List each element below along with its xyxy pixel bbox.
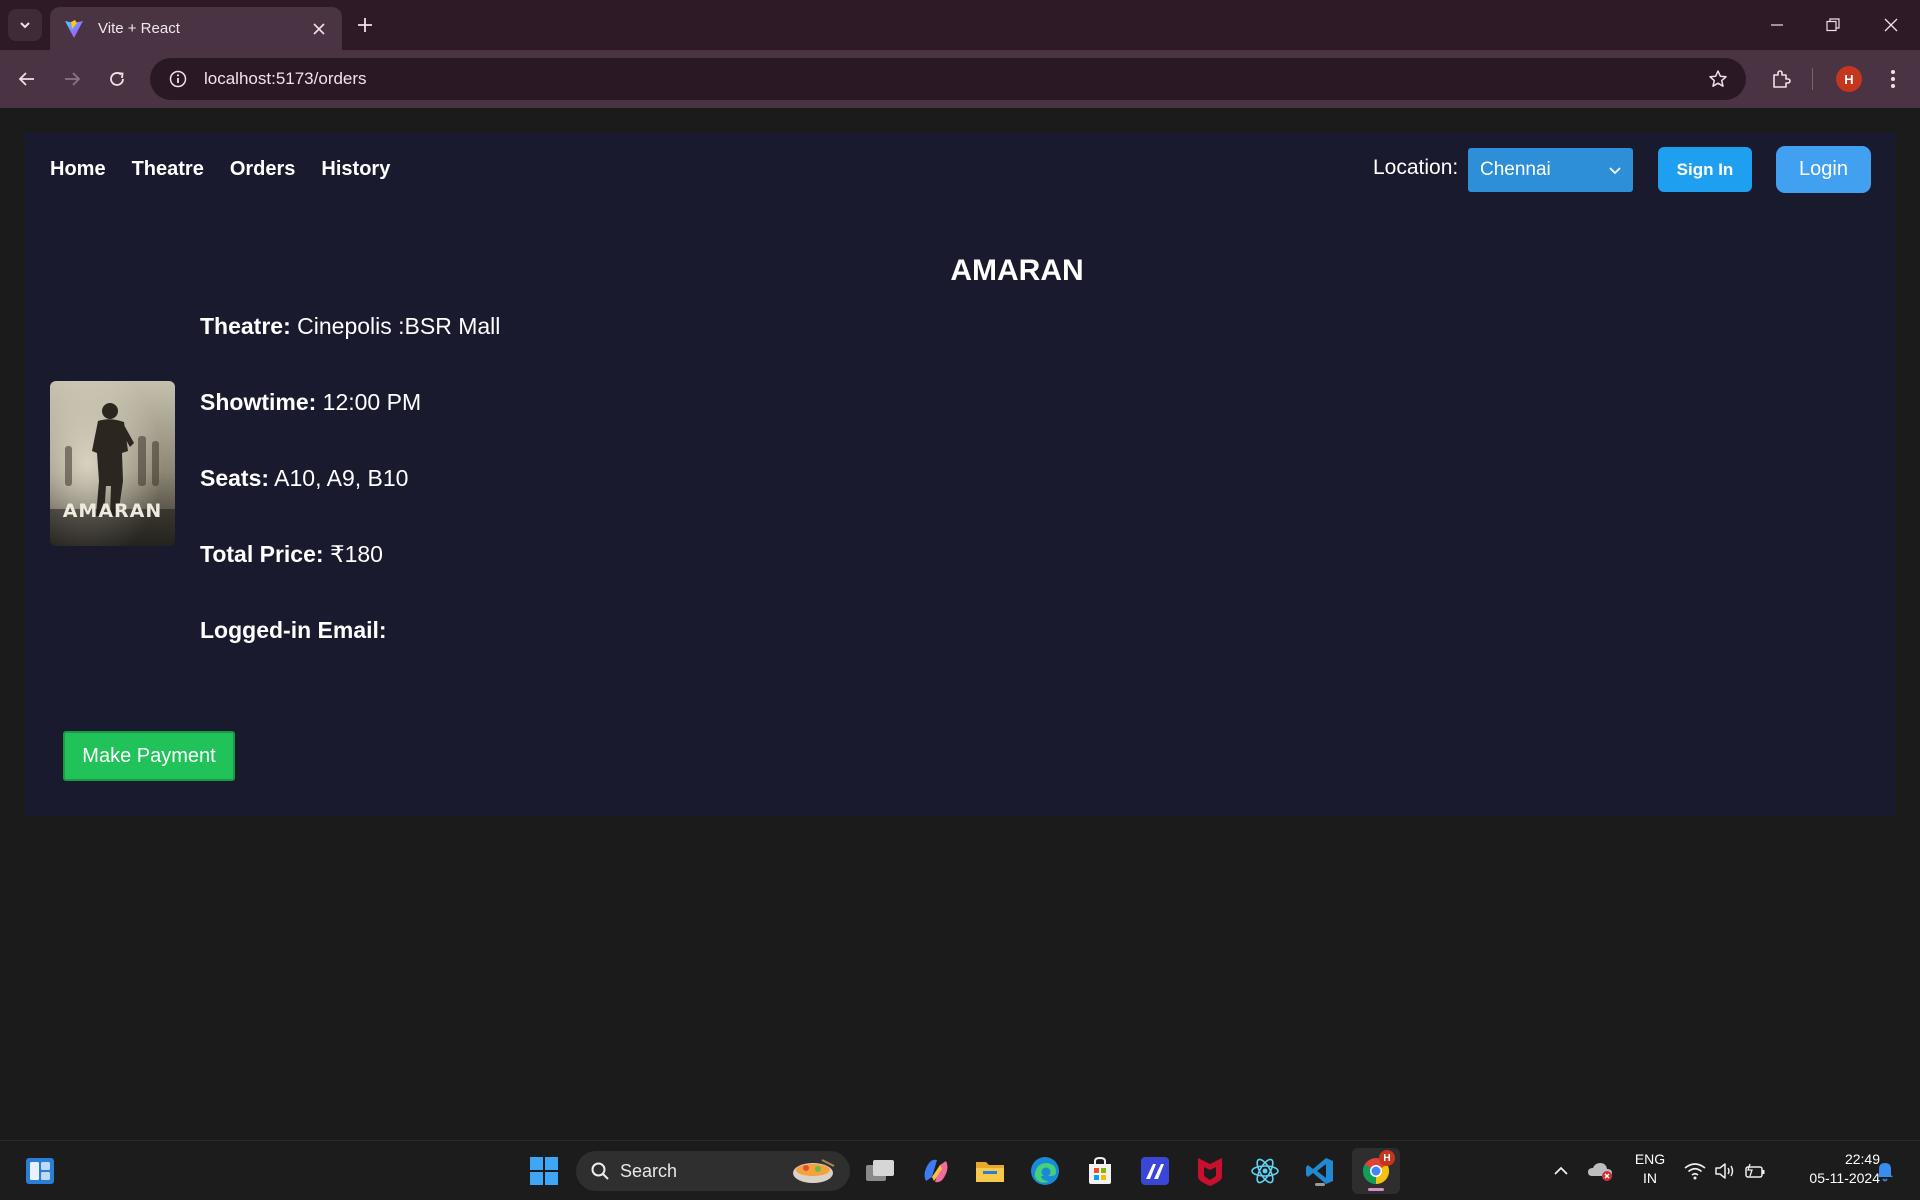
food-bowl-icon: [793, 1159, 835, 1183]
task-view-icon[interactable]: [862, 1153, 898, 1189]
microsoft-store-icon[interactable]: [1082, 1153, 1118, 1189]
minimize-button[interactable]: [1762, 10, 1792, 40]
edge-browser-icon[interactable]: [1027, 1153, 1063, 1189]
showtime-detail: Showtime: 12:00 PM: [200, 389, 421, 416]
react-devtools-icon[interactable]: [1247, 1153, 1283, 1189]
theatre-detail: Theatre: Cinepolis :BSR Mall: [200, 313, 500, 340]
show-hidden-icons-chevron-up-icon[interactable]: [1546, 1153, 1576, 1189]
reload-icon: [110, 72, 124, 86]
search-label: Search: [620, 1160, 678, 1181]
chevron-down-icon: [1609, 167, 1621, 175]
running-indicator: [1315, 1183, 1325, 1186]
arrow-left-icon: [18, 72, 34, 86]
clock-time: 22:49: [1844, 1151, 1880, 1167]
more-vertical-icon: [1891, 70, 1895, 88]
clock[interactable]: 22:49 05-11-2024: [1780, 1150, 1880, 1188]
dev-app-icon[interactable]: [1137, 1153, 1173, 1189]
plus-icon: [358, 18, 372, 32]
forward-button[interactable]: [55, 62, 89, 96]
file-explorer-icon[interactable]: [972, 1153, 1008, 1189]
movie-poster: AMARAN: [50, 381, 175, 546]
make-payment-button[interactable]: Make Payment: [63, 731, 235, 781]
browser-tab-active[interactable]: Vite + React: [50, 7, 342, 50]
active-indicator: [1368, 1188, 1384, 1191]
chevron-down-icon: [20, 22, 30, 29]
address-bar[interactable]: localhost:5173/orders: [150, 58, 1746, 100]
restore-button[interactable]: [1818, 10, 1848, 40]
showtime-value: 12:00 PM: [322, 389, 422, 415]
tab-title: Vite + React: [98, 20, 180, 37]
new-tab-button[interactable]: [352, 12, 378, 38]
location-label: Location:: [1373, 156, 1459, 179]
page-viewport: Home Theatre Orders History Location: Ch…: [0, 108, 1920, 1140]
notification-bell-icon[interactable]: [1868, 1153, 1902, 1189]
close-tab-icon[interactable]: [310, 20, 328, 38]
movie-title: AMARAN: [950, 254, 1084, 287]
clock-date: 05-11-2024: [1809, 1170, 1880, 1186]
price-label: Total Price:: [200, 541, 324, 567]
copilot-icon[interactable]: [918, 1153, 954, 1189]
close-window-button[interactable]: [1876, 10, 1906, 40]
theatre-value: Cinepolis :BSR Mall: [297, 313, 501, 339]
vscode-icon[interactable]: [1302, 1153, 1338, 1189]
nav-link-orders[interactable]: Orders: [230, 158, 296, 181]
onedrive-error-icon[interactable]: [1584, 1153, 1618, 1189]
sign-in-button[interactable]: Sign In: [1658, 147, 1752, 192]
language-line-2: IN: [1643, 1170, 1657, 1186]
orders-card: Home Theatre Orders History Location: Ch…: [24, 132, 1896, 816]
nav-link-theatre[interactable]: Theatre: [132, 158, 204, 181]
widgets-icon[interactable]: [22, 1153, 58, 1189]
profile-avatar[interactable]: H: [1836, 66, 1862, 92]
language-line-1: ENG: [1634, 1151, 1666, 1167]
browser-tab-strip: Vite + React: [0, 0, 1920, 50]
seats-value: A10, A9, B10: [274, 465, 409, 491]
browser-menu-button[interactable]: [1876, 62, 1910, 96]
mcafee-icon[interactable]: [1192, 1153, 1228, 1189]
email-detail: Logged-in Email:: [200, 617, 387, 644]
reload-button[interactable]: [100, 62, 134, 96]
site-info-icon[interactable]: [158, 58, 198, 100]
close-icon: [1884, 18, 1898, 32]
start-button-icon[interactable]: [526, 1153, 562, 1189]
url-text[interactable]: localhost:5173/orders: [204, 69, 1698, 89]
seats-label: Seats:: [200, 465, 270, 491]
chrome-taskbar-icon[interactable]: H: [1352, 1148, 1400, 1194]
browser-toolbar: localhost:5173/orders H: [0, 50, 1920, 108]
showtime-label: Showtime:: [200, 389, 317, 415]
battery-icon[interactable]: [1740, 1153, 1770, 1189]
windows-taskbar: Search H ENG IN 22:49 05-11-2024: [0, 1140, 1920, 1200]
theatre-label: Theatre:: [200, 313, 291, 339]
chrome-profile-badge: H: [1379, 1150, 1395, 1166]
toolbar-separator: [1812, 68, 1813, 90]
restore-icon: [1826, 18, 1840, 32]
tab-search-button[interactable]: [8, 9, 42, 41]
language-indicator[interactable]: ENG IN: [1628, 1150, 1672, 1188]
bookmark-star-icon[interactable]: [1698, 59, 1738, 99]
wifi-icon[interactable]: [1680, 1153, 1710, 1189]
search-icon: [591, 1162, 609, 1180]
login-button[interactable]: Login: [1776, 146, 1871, 193]
taskbar-search-box[interactable]: Search: [576, 1151, 850, 1191]
poster-title-text: AMARAN: [62, 500, 163, 522]
location-select-value: Chennai: [1480, 159, 1551, 180]
main-nav: Home Theatre Orders History: [50, 158, 416, 181]
volume-icon[interactable]: [1710, 1153, 1740, 1189]
back-button[interactable]: [10, 62, 44, 96]
movie-title-row: AMARAN: [24, 254, 1920, 288]
price-detail: Total Price: ₹180: [200, 541, 383, 568]
nav-link-history[interactable]: History: [321, 158, 390, 181]
price-value: ₹180: [329, 541, 383, 567]
nav-link-home[interactable]: Home: [50, 158, 106, 181]
puzzle-icon: [1773, 70, 1791, 88]
vite-logo-icon: [65, 19, 83, 38]
arrow-right-icon: [65, 72, 81, 86]
location-select[interactable]: Chennai: [1468, 148, 1633, 192]
email-label: Logged-in Email:: [200, 617, 387, 643]
minimize-icon: [1771, 24, 1783, 26]
seats-detail: Seats: A10, A9, B10: [200, 465, 408, 492]
extensions-button[interactable]: [1764, 62, 1798, 96]
